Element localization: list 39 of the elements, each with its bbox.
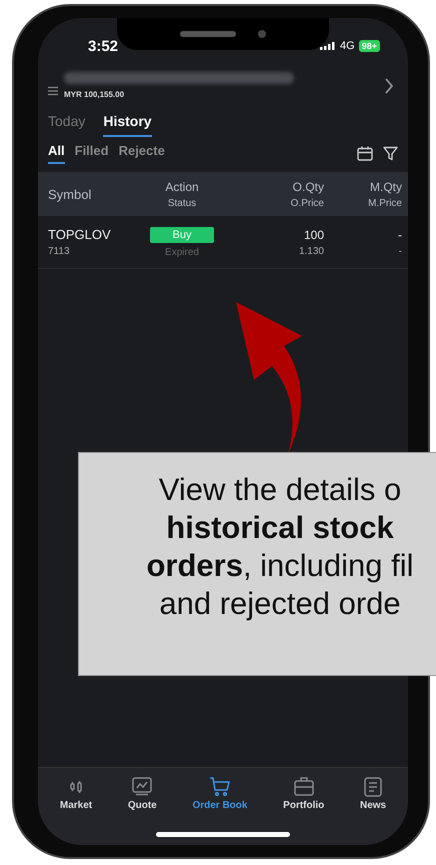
tab[interactable]: History	[103, 113, 152, 137]
column-header: M.Qty	[370, 180, 402, 194]
nav-tab[interactable]: Market	[60, 776, 92, 811]
filter-tab[interactable]: Rejecte	[118, 143, 165, 164]
callout-text: View the details o historical stock orders, including fil and rejected orde	[78, 452, 436, 676]
nav-tab[interactable]: Quote	[128, 776, 157, 811]
column-header: O.Qty	[292, 180, 324, 194]
table-cell: Expired	[165, 246, 199, 258]
column-header: Action	[165, 180, 199, 194]
column-subheader: Status	[168, 198, 196, 208]
cart-icon	[208, 776, 231, 798]
battery-indicator: 98+	[358, 40, 380, 52]
calendar-icon[interactable]	[357, 146, 373, 161]
table-cell: -	[398, 246, 402, 256]
column-header: Symbol	[48, 186, 92, 202]
action-badge: Buy	[150, 226, 214, 242]
status-time: 3:52	[88, 38, 118, 54]
column-subheader: O.Price	[290, 198, 324, 208]
filter-tab[interactable]: Filled	[74, 143, 109, 164]
chart-icon	[131, 776, 154, 798]
nav-tab[interactable]: News	[360, 776, 386, 811]
filter-icon[interactable]	[383, 146, 398, 161]
table-cell: 100	[304, 228, 324, 242]
nav-tab[interactable]: Portfolio	[283, 776, 324, 811]
table-cell: 7113	[48, 246, 70, 257]
menu-icon[interactable]	[48, 86, 58, 96]
table-cell: TOPGLOV	[48, 227, 111, 242]
document-icon	[362, 776, 384, 798]
chevron-right-icon[interactable]	[384, 78, 394, 94]
nav-tab[interactable]: Order Book	[192, 776, 248, 811]
tab[interactable]: Today	[48, 113, 86, 137]
briefcase-icon	[292, 776, 315, 798]
table-cell: 1.130	[298, 246, 324, 256]
column-subheader: M.Price	[368, 198, 402, 208]
network-label: 4G	[340, 40, 355, 52]
filter-tab[interactable]: All	[48, 143, 65, 164]
table-cell: -	[398, 228, 402, 242]
account-balance: MYR 100,155.00	[64, 90, 126, 99]
signal-icon	[320, 42, 336, 50]
